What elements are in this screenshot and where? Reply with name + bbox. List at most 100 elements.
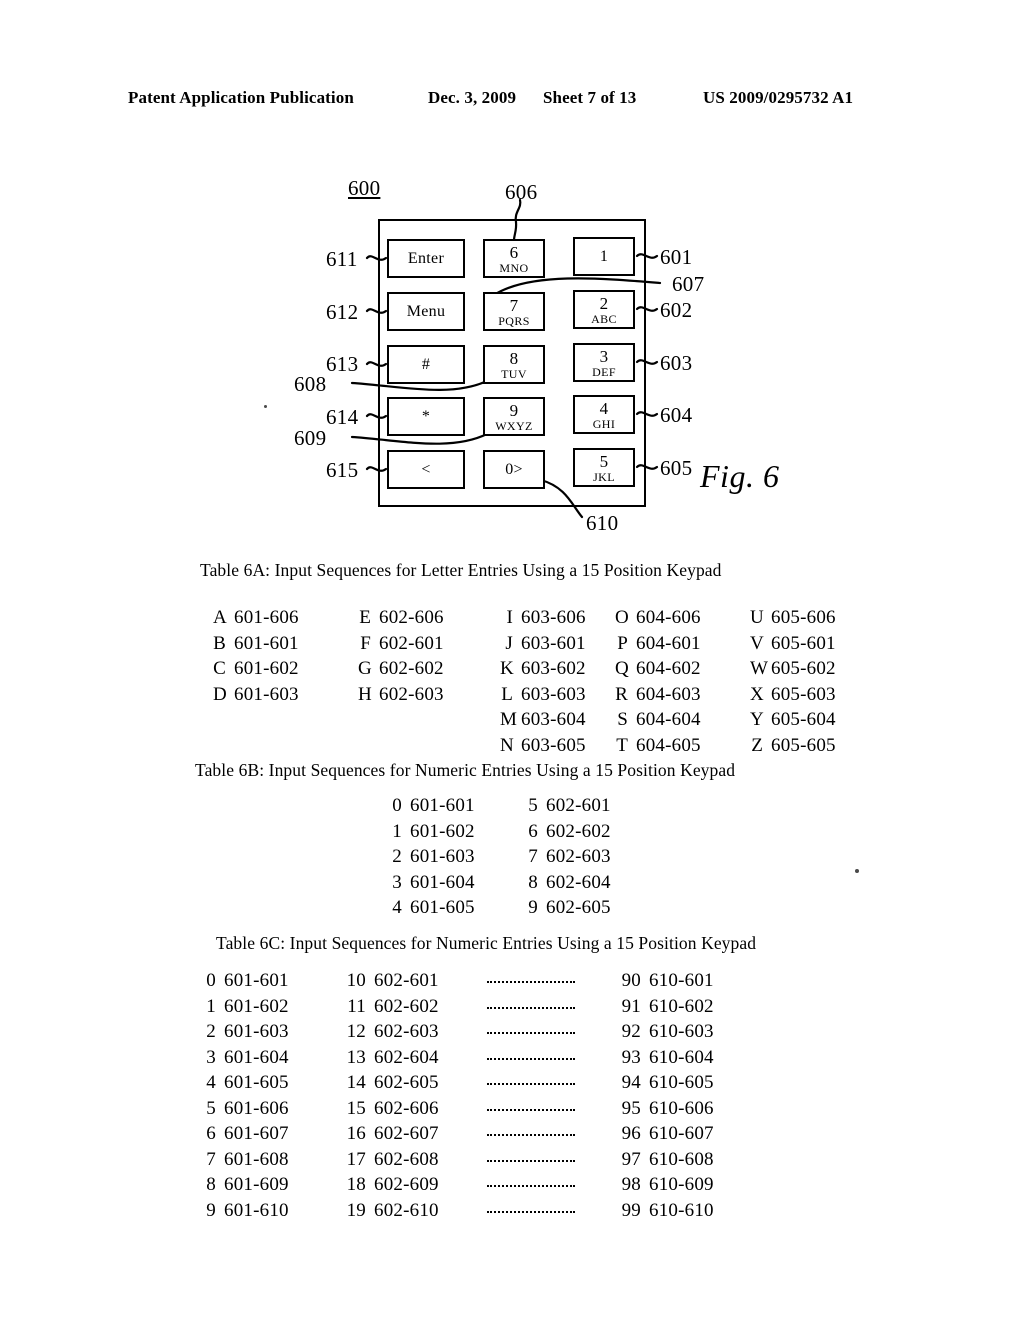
table-row: Q 604-602 bbox=[615, 658, 701, 679]
table-row: 8 601-609 bbox=[206, 1174, 289, 1195]
table-row: 2 601-603 bbox=[206, 1021, 289, 1042]
keypad-key-2-digit: 2 bbox=[599, 293, 609, 313]
keypad-key-5[interactable]: 5 JKL bbox=[573, 448, 635, 487]
table-row: 92 610-603 bbox=[621, 1021, 714, 1042]
table-row: 1 601-602 bbox=[206, 995, 289, 1017]
table-6c-title: Table 6C: Input Sequences for Numeric En… bbox=[216, 933, 757, 953]
table-row: 90 610-601 bbox=[621, 970, 714, 991]
callout-607: 607 bbox=[672, 272, 705, 296]
table-row: K 603-602 bbox=[500, 658, 586, 679]
figure-6: 600 606 611 612 613 614 615 608 609 601 … bbox=[0, 0, 1024, 545]
keypad-key-star-label: * bbox=[421, 407, 431, 425]
table-row: 15 602-606 bbox=[346, 1097, 439, 1119]
table-6a-column-4: O 604-606 P 604-601 Q 604-602 R 604-603 S 604… bbox=[615, 605, 701, 758]
table-row: R 604-603 bbox=[615, 683, 701, 705]
table-row: 18 602-609 bbox=[346, 1174, 439, 1195]
table-row: 5 601-606 bbox=[206, 1097, 289, 1119]
keypad-key-2[interactable]: 2 ABC bbox=[573, 290, 635, 329]
callout-605: 605 bbox=[660, 456, 693, 480]
keypad-key-8-digit: 8 bbox=[509, 348, 519, 368]
keypad-key-7[interactable]: 7 PQRS bbox=[483, 292, 545, 331]
table-row: 9 602-605 bbox=[528, 897, 611, 918]
table-6c-ellipsis-row bbox=[487, 1198, 575, 1224]
table-6c-ellipsis-row bbox=[487, 1096, 575, 1122]
table-row: 91 610-602 bbox=[621, 995, 714, 1017]
keypad-key-9-letters: WXYZ bbox=[495, 418, 533, 433]
keypad-key-hash-label: # bbox=[421, 355, 431, 373]
keypad-key-3[interactable]: 3 DEF bbox=[573, 343, 635, 382]
table-row: I 603-606 bbox=[506, 607, 586, 628]
table-row: 97 610-608 bbox=[621, 1148, 714, 1170]
table-6c-ellipsis-row bbox=[487, 1147, 575, 1173]
table-row: 4 601-605 bbox=[206, 1072, 289, 1093]
table-row: 7 602-603 bbox=[528, 846, 611, 867]
table-row: 8 602-604 bbox=[528, 871, 611, 893]
callout-602: 602 bbox=[660, 298, 693, 322]
table-6c-column-2: 10 602-601 11 602-602 12 602-603 13 602-604 … bbox=[340, 968, 439, 1223]
table-row: 5 602-601 bbox=[528, 795, 611, 816]
callout-600: 600 bbox=[348, 176, 381, 200]
table-6c-ellipsis-row bbox=[487, 1045, 575, 1071]
callout-603: 603 bbox=[660, 351, 693, 375]
keypad-key-8[interactable]: 8 TUV bbox=[483, 345, 545, 384]
table-row: 3 601-604 bbox=[206, 1046, 289, 1068]
keypad-key-3-letters: DEF bbox=[592, 364, 616, 379]
keypad-key-enter[interactable]: Enter bbox=[387, 239, 465, 278]
table-row: 9 601-610 bbox=[206, 1199, 289, 1221]
table-6c-ellipsis-row bbox=[487, 1172, 575, 1198]
keypad-key-4[interactable]: 4 GHI bbox=[573, 395, 635, 434]
keypad-key-menu-label: Menu bbox=[406, 302, 446, 320]
table-row: H 602-603 bbox=[358, 683, 444, 705]
callout-606: 606 bbox=[505, 180, 538, 204]
keypad-key-5-letters: JKL bbox=[593, 469, 615, 484]
table-6a-title: Table 6A: Input Sequences for Letter Ent… bbox=[200, 560, 722, 580]
table-6c-ellipsis-row bbox=[487, 1070, 575, 1096]
keypad-key-6[interactable]: 6 MNO bbox=[483, 239, 545, 278]
table-6a-column-5: U 605-606 V 605-601 W 605-602 X 605-603 Y 605… bbox=[750, 605, 836, 758]
table-6c-ellipsis-column bbox=[487, 968, 575, 1223]
table-row: 3 601-604 bbox=[392, 871, 475, 893]
keypad-key-left-arrow[interactable]: < bbox=[387, 450, 465, 489]
keypad-key-8-letters: TUV bbox=[501, 366, 527, 381]
callout-601: 601 bbox=[660, 245, 693, 269]
keypad-key-star[interactable]: * bbox=[387, 397, 465, 436]
table-row: 0 601-601 bbox=[206, 970, 289, 991]
keypad-key-0[interactable]: 0> bbox=[483, 450, 545, 489]
table-row: U 605-606 bbox=[750, 607, 836, 628]
table-6b-column-2: 5 602-601 6 602-602 7 602-603 8 602-604 9 602… bbox=[525, 793, 611, 921]
table-row: O 604-606 bbox=[615, 607, 701, 628]
keypad-key-6-digit: 6 bbox=[509, 242, 519, 262]
table-6c-ellipsis-row bbox=[487, 968, 575, 994]
keypad-key-1-digit: 1 bbox=[599, 247, 609, 265]
keypad-key-0-label: 0> bbox=[505, 460, 523, 478]
table-row: A 601-606 bbox=[213, 607, 299, 628]
table-row: 7 601-608 bbox=[206, 1148, 289, 1170]
table-row: 12 602-603 bbox=[346, 1021, 439, 1042]
table-row: 17 602-608 bbox=[346, 1148, 439, 1170]
table-row: 19 602-610 bbox=[346, 1199, 439, 1221]
table-row: T 604-605 bbox=[616, 734, 701, 756]
callout-613: 613 bbox=[326, 352, 359, 376]
keypad-key-9[interactable]: 9 WXYZ bbox=[483, 397, 545, 436]
keypad-key-menu[interactable]: Menu bbox=[387, 292, 465, 331]
keypad-key-1[interactable]: 1 bbox=[573, 237, 635, 276]
keypad-key-hash[interactable]: # bbox=[387, 345, 465, 384]
callout-612: 612 bbox=[326, 300, 359, 324]
table-row: J 603-601 bbox=[505, 632, 586, 654]
table-row: 6 601-607 bbox=[206, 1123, 289, 1144]
table-6a-column-2: E 602-606 F 602-601 G 602-602 H 602-603 bbox=[358, 605, 444, 707]
table-row: M 603-604 bbox=[500, 709, 586, 730]
table-row: 14 602-605 bbox=[346, 1072, 439, 1093]
table-row: Z 605-605 bbox=[751, 734, 836, 756]
table-row: 6 602-602 bbox=[528, 820, 611, 842]
table-row: 95 610-606 bbox=[621, 1097, 714, 1119]
table-row: 0 601-601 bbox=[392, 795, 475, 816]
table-row: N 603-605 bbox=[500, 734, 586, 756]
keypad-key-left-arrow-label: < bbox=[421, 460, 431, 478]
table-6c-ellipsis-row bbox=[487, 1019, 575, 1045]
table-row: 93 610-604 bbox=[621, 1046, 714, 1068]
callout-604: 604 bbox=[660, 403, 693, 427]
keypad-key-3-digit: 3 bbox=[599, 346, 609, 366]
keypad-key-7-digit: 7 bbox=[509, 295, 519, 315]
table-row: L 603-603 bbox=[501, 683, 586, 705]
